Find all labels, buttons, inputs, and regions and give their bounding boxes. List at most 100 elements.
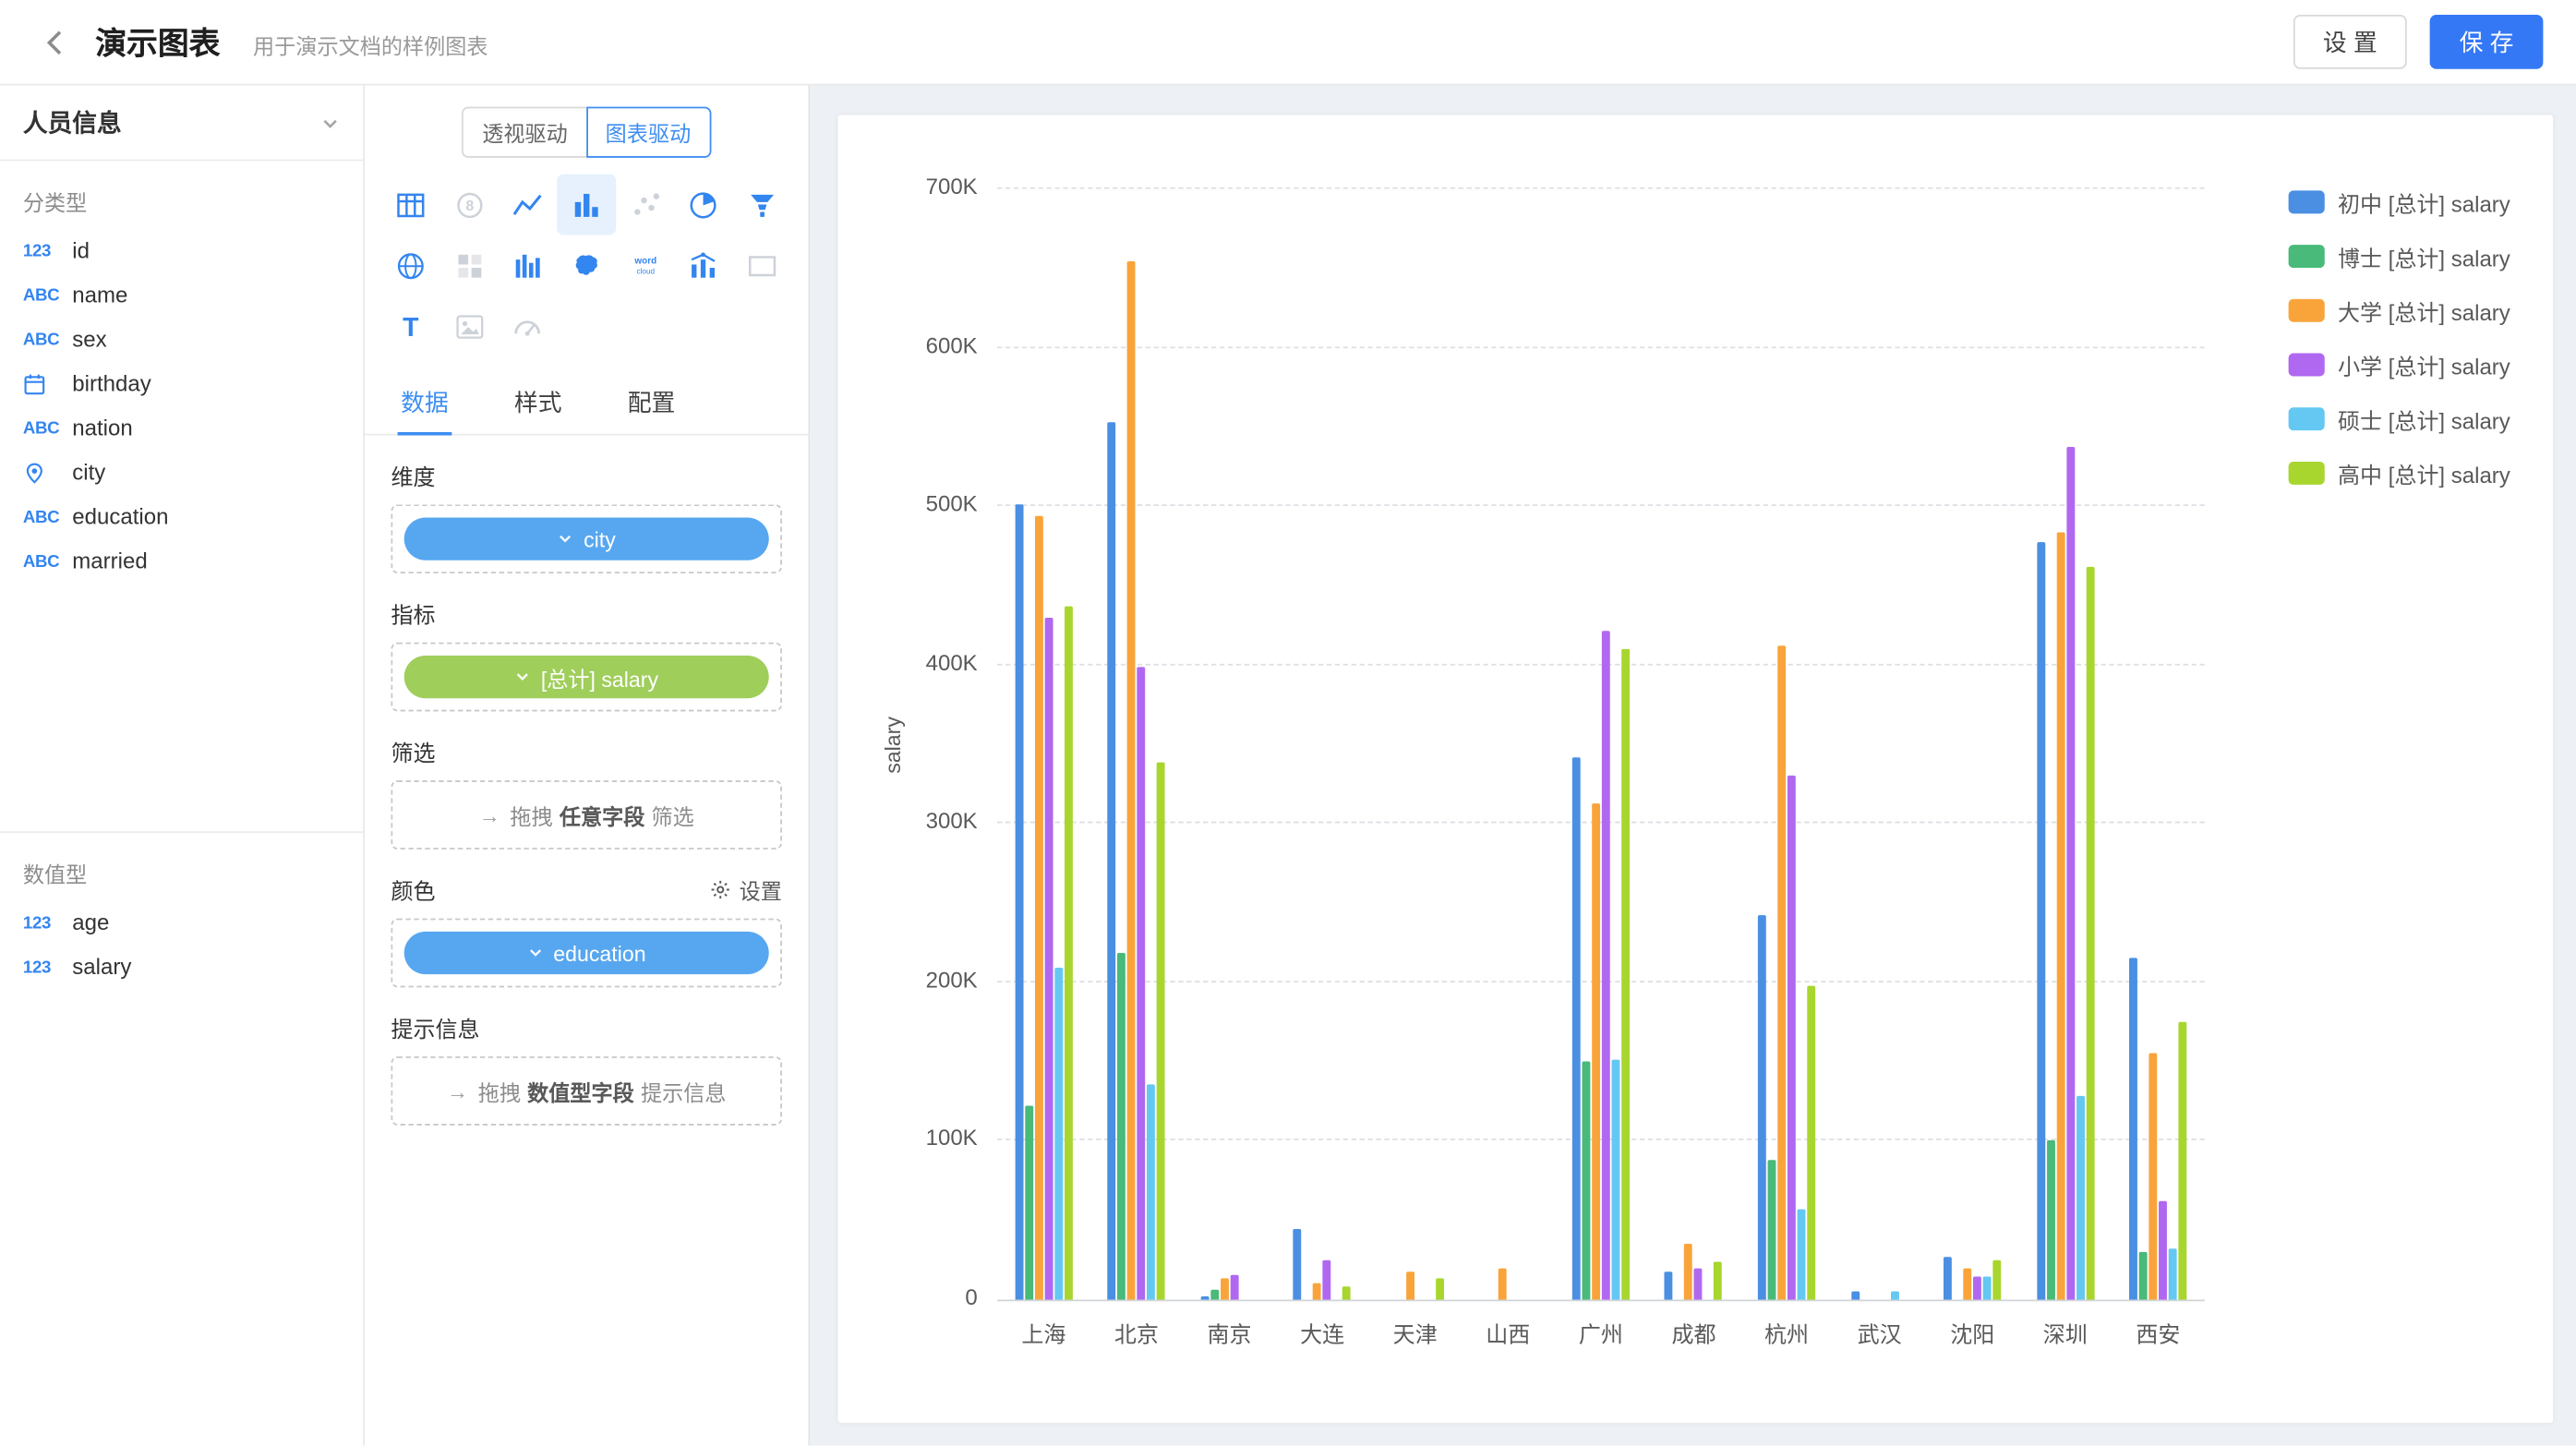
bar[interactable] xyxy=(1983,1276,1992,1300)
bar[interactable] xyxy=(1406,1271,1414,1300)
frame-chart-icon[interactable] xyxy=(733,235,792,295)
table-chart-icon[interactable] xyxy=(381,175,440,235)
bar[interactable] xyxy=(1807,985,1815,1299)
metric-pill-salary[interactable]: [总计] salary xyxy=(404,656,769,698)
tooltip-dropzone[interactable]: →拖拽数值型字段提示信息 xyxy=(391,1056,781,1126)
color-settings-button[interactable]: 设置 xyxy=(710,874,782,905)
bar[interactable] xyxy=(1602,632,1610,1299)
metric-dropzone[interactable]: [总计] salary xyxy=(391,643,781,712)
bar[interactable] xyxy=(1768,1160,1776,1299)
field-item-education[interactable]: ABCeducation xyxy=(0,495,363,539)
bar[interactable] xyxy=(1963,1268,1971,1299)
bar[interactable] xyxy=(1665,1271,1673,1300)
field-item-salary[interactable]: 123salary xyxy=(0,945,363,989)
bar[interactable] xyxy=(1200,1296,1209,1299)
map-chart-icon[interactable] xyxy=(557,235,616,295)
histogram-chart-icon[interactable] xyxy=(499,235,558,295)
bar-chart-icon[interactable] xyxy=(557,175,616,235)
field-item-birthday[interactable]: birthday xyxy=(0,361,363,405)
bar[interactable] xyxy=(1611,1060,1619,1299)
radar-chart-icon[interactable] xyxy=(381,235,440,295)
bar[interactable] xyxy=(1798,1210,1806,1300)
bar[interactable] xyxy=(2149,1054,2158,1299)
bar[interactable] xyxy=(1138,667,1146,1300)
line-chart-icon[interactable] xyxy=(499,175,558,235)
bar[interactable] xyxy=(1788,776,1796,1299)
field-item-id[interactable]: 123id xyxy=(0,228,363,272)
bar[interactable] xyxy=(2086,567,2094,1300)
bar[interactable] xyxy=(1230,1274,1238,1299)
bar[interactable] xyxy=(1108,422,1116,1299)
bar[interactable] xyxy=(1592,803,1600,1300)
mode-tab-chart-driven[interactable]: 图表驱动 xyxy=(585,107,710,158)
funnel-chart-icon[interactable] xyxy=(733,175,792,235)
bar[interactable] xyxy=(1944,1257,1952,1299)
bar[interactable] xyxy=(2139,1252,2148,1300)
bar[interactable] xyxy=(2066,448,2075,1300)
bar[interactable] xyxy=(1035,516,1043,1300)
pivot-table-chart-icon[interactable] xyxy=(439,235,499,295)
field-item-nation[interactable]: ABCnation xyxy=(0,405,363,450)
scatter-chart-icon[interactable] xyxy=(616,175,675,235)
bar[interactable] xyxy=(1117,954,1125,1300)
bar[interactable] xyxy=(1065,607,1073,1300)
bar[interactable] xyxy=(2076,1097,2084,1300)
wordcloud-chart-icon[interactable]: wordcloud xyxy=(616,235,675,295)
color-pill-education[interactable]: education xyxy=(404,932,769,974)
bar[interactable] xyxy=(2179,1022,2187,1300)
bar[interactable] xyxy=(1436,1279,1444,1299)
legend-item[interactable]: 博士 [总计] salary xyxy=(2289,240,2510,273)
gauge-chart-icon[interactable] xyxy=(499,295,558,356)
bar[interactable] xyxy=(1127,262,1136,1300)
panel-tab-style[interactable]: 样式 xyxy=(511,368,565,434)
color-dropzone[interactable]: education xyxy=(391,919,781,988)
bar[interactable] xyxy=(1221,1279,1229,1299)
field-item-age[interactable]: 123age xyxy=(0,900,363,945)
bar[interactable] xyxy=(1499,1268,1507,1299)
bar[interactable] xyxy=(1323,1259,1331,1299)
mode-tab-pivot-driven[interactable]: 透视驱动 xyxy=(463,107,587,158)
combo-chart-icon[interactable] xyxy=(675,235,734,295)
field-item-city[interactable]: city xyxy=(0,451,363,495)
legend-item[interactable]: 硕士 [总计] salary xyxy=(2289,403,2510,436)
field-item-sex[interactable]: ABCsex xyxy=(0,317,363,361)
legend-item[interactable]: 高中 [总计] salary xyxy=(2289,457,2510,490)
kpi-chart-icon[interactable]: 8 xyxy=(439,175,499,235)
bar[interactable] xyxy=(1054,968,1063,1299)
bar[interactable] xyxy=(2169,1248,2177,1299)
dataset-selector[interactable]: 人员信息 xyxy=(0,86,363,162)
settings-button[interactable]: 设 置 xyxy=(2293,15,2407,69)
bar[interactable] xyxy=(1025,1106,1033,1300)
dimension-pill-city[interactable]: city xyxy=(404,517,769,560)
legend-item[interactable]: 小学 [总计] salary xyxy=(2289,348,2510,381)
panel-tab-config[interactable]: 配置 xyxy=(624,368,679,434)
bar[interactable] xyxy=(1157,762,1165,1300)
bar[interactable] xyxy=(2056,532,2064,1300)
filter-dropzone[interactable]: →拖拽任意字段筛选 xyxy=(391,780,781,850)
bar[interactable] xyxy=(1890,1292,1898,1300)
bar[interactable] xyxy=(2129,958,2137,1299)
bar[interactable] xyxy=(1294,1228,1302,1299)
pie-chart-icon[interactable] xyxy=(675,175,734,235)
bar[interactable] xyxy=(1758,916,1766,1300)
bar[interactable] xyxy=(1694,1268,1703,1299)
bar[interactable] xyxy=(1850,1292,1859,1300)
bar[interactable] xyxy=(1210,1290,1219,1299)
bar[interactable] xyxy=(1973,1276,1981,1300)
legend-item[interactable]: 初中 [总计] salary xyxy=(2289,186,2510,219)
bar[interactable] xyxy=(1715,1261,1723,1299)
bar[interactable] xyxy=(1621,649,1630,1300)
legend-item[interactable]: 大学 [总计] salary xyxy=(2289,295,2510,328)
bar[interactable] xyxy=(1148,1084,1156,1300)
bar[interactable] xyxy=(1572,757,1581,1300)
bar[interactable] xyxy=(1313,1283,1321,1299)
image-chart-icon[interactable] xyxy=(439,295,499,356)
save-button[interactable]: 保 存 xyxy=(2430,15,2544,69)
panel-tab-data[interactable]: 数据 xyxy=(398,368,452,434)
bar[interactable] xyxy=(2159,1201,2167,1300)
bar[interactable] xyxy=(1044,618,1053,1300)
dimension-dropzone[interactable]: city xyxy=(391,504,781,573)
field-item-name[interactable]: ABCname xyxy=(0,272,363,317)
bar[interactable] xyxy=(1992,1259,2001,1299)
bar[interactable] xyxy=(1777,646,1786,1300)
